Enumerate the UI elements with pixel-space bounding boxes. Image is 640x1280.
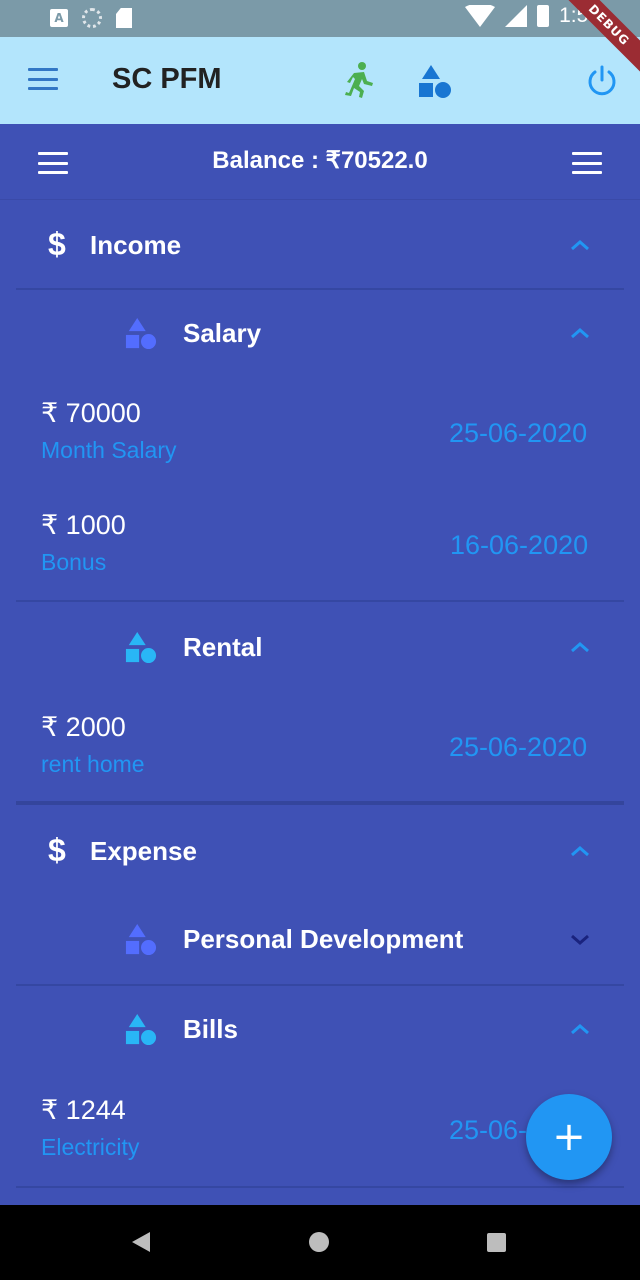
running-man-icon[interactable]: [342, 61, 374, 99]
category-icon: [125, 318, 157, 350]
divider: [16, 801, 624, 805]
transaction-amount: ₹ 2000: [41, 712, 126, 742]
category-title: Salary: [183, 318, 262, 348]
status-bar: A 1:58 DEBUG: [0, 0, 640, 79]
divider: [16, 600, 624, 602]
transaction-amount: ₹ 1000: [41, 510, 126, 540]
transaction-date: 25-06-2020: [449, 418, 588, 448]
category-icon: [125, 632, 157, 664]
app-bar: SC PFM: [0, 37, 640, 124]
menu-icon: [572, 152, 602, 174]
right-menu-button[interactable]: [572, 152, 602, 174]
transaction-note: Electricity: [41, 1134, 140, 1160]
menu-icon: [28, 68, 58, 90]
wifi-icon: [465, 5, 496, 27]
transaction-amount: ₹ 1244: [41, 1095, 126, 1125]
home-icon[interactable]: [309, 1232, 329, 1252]
sd-card-icon: [116, 8, 132, 28]
section-title: Income: [90, 230, 182, 260]
category-icon: [125, 924, 157, 956]
divider: [16, 984, 624, 986]
chevron-up-icon[interactable]: [569, 326, 591, 340]
divider: [16, 288, 624, 290]
plus-icon: +: [552, 1114, 586, 1160]
power-icon[interactable]: [586, 65, 618, 97]
drawer-menu-button[interactable]: [28, 68, 58, 92]
sync-icon: [82, 8, 102, 28]
salary-category-header[interactable]: Salary: [0, 304, 640, 364]
dollar-icon: $: [48, 226, 66, 262]
rental-category-header[interactable]: Rental: [0, 618, 640, 678]
system-nav-bar: [0, 1205, 640, 1280]
personal-development-category-header[interactable]: Personal Development: [0, 910, 640, 970]
bills-category-header[interactable]: Bills: [0, 1000, 640, 1060]
balance-bar: Balance : ₹70522.0: [0, 124, 640, 200]
divider: [16, 1186, 624, 1188]
category-title: Bills: [183, 1014, 238, 1044]
category-icon: [125, 1014, 157, 1046]
notification-a-icon: A: [50, 9, 68, 27]
signal-icon: [505, 5, 528, 27]
transaction-date: 16-06-2020: [450, 530, 589, 560]
category-icon[interactable]: [418, 65, 452, 99]
chevron-up-icon[interactable]: [569, 844, 591, 858]
battery-icon: [537, 5, 550, 27]
chevron-up-icon[interactable]: [569, 238, 591, 252]
back-icon[interactable]: [132, 1232, 150, 1252]
transaction-note: Month Salary: [41, 437, 177, 463]
transaction-note: rent home: [41, 751, 145, 777]
recent-apps-icon[interactable]: [487, 1233, 506, 1252]
chevron-down-icon[interactable]: [569, 932, 591, 946]
section-title: Expense: [90, 836, 197, 866]
transaction-date: 25-06-2020: [449, 732, 588, 762]
chevron-up-icon[interactable]: [569, 1022, 591, 1036]
transaction-amount: ₹ 70000: [41, 398, 141, 428]
income-section-header[interactable]: $ Income: [0, 214, 640, 274]
app-title: SC PFM: [112, 63, 222, 95]
chevron-up-icon[interactable]: [569, 640, 591, 654]
category-title: Personal Development: [183, 924, 464, 954]
expense-section-header[interactable]: $ Expense: [0, 820, 640, 880]
balance-label: Balance : ₹70522.0: [212, 147, 428, 174]
transaction-note: Bonus: [41, 549, 107, 575]
category-title: Rental: [183, 632, 263, 662]
dollar-icon: $: [48, 832, 66, 868]
add-transaction-button[interactable]: +: [526, 1094, 612, 1180]
